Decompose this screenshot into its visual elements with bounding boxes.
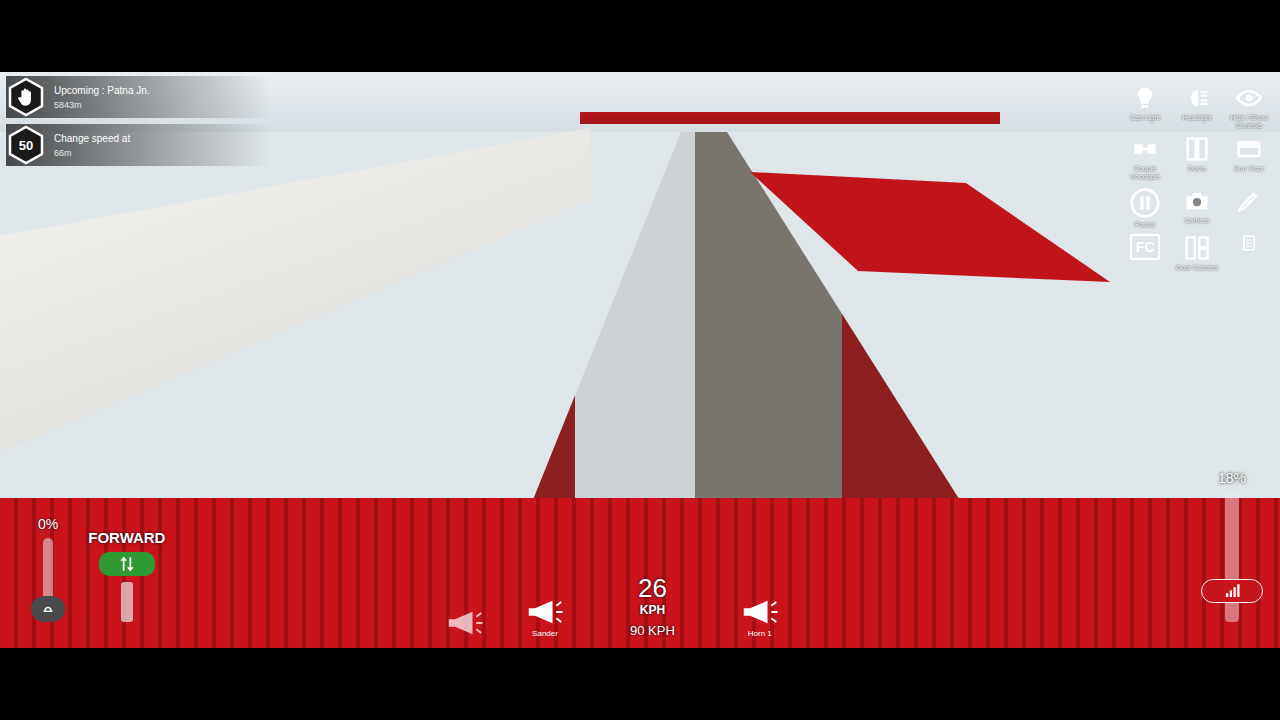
current-speed: 26 [638,574,667,603]
top-letterbox [0,0,1280,72]
control-button[interactable]: Door Camera [1176,234,1218,274]
control-label: Door Camera [1176,264,1218,272]
speed-change-label: Change speed at [54,133,130,144]
control-label: Sun Visor [1234,165,1264,173]
horn-button[interactable]: Sander [520,597,570,638]
control-label: Hide / Show Controls [1224,114,1274,129]
stop-hex [6,77,46,117]
upcoming-distance: 5843m [54,100,150,110]
control-button[interactable]: Doors [1182,135,1212,180]
control-button[interactable]: Cab Light [1130,84,1160,129]
speed-change-text: Change speed at 66m [54,133,130,158]
control-button[interactable]: Pause [1129,187,1161,229]
reverser-track [121,582,133,622]
control-label: Headlight [1182,114,1212,122]
reverser-label: FORWARD [88,529,165,546]
camera-icon [1182,187,1212,215]
headlight-icon [1182,84,1212,112]
hand-icon [15,86,37,108]
control-button[interactable]: Headlight [1182,84,1212,129]
upcoming-label: Upcoming : Patna Jn. [54,85,150,96]
control-button[interactable]: Couple Uncouple [1120,135,1170,180]
brake-knob[interactable] [1201,579,1263,603]
bulb-icon [1130,84,1160,112]
speed-limit: 50 [19,138,33,153]
throttle-reading: 0% [38,516,58,532]
speed-unit: KPH [640,603,665,617]
brake-slider[interactable] [1225,492,1239,622]
screen: Upcoming : Patna Jn. 5843m 50 Change speed … [0,0,1280,720]
control-button[interactable]: FC [1130,234,1161,274]
control-button[interactable] [1240,234,1258,274]
control-label: Camera [1185,217,1210,225]
control-button[interactable] [1234,187,1264,229]
throttle-slider[interactable] [43,538,53,622]
control-label: Couple Uncouple [1120,165,1170,180]
doors-icon [1182,135,1212,163]
horn-icon [525,597,565,627]
foot-bridge [580,112,1000,152]
upcoming-text: Upcoming : Patna Jn. 5843m [54,85,150,110]
control-panel: Cab Light Headlight Hide / Show Controls Co… [1120,84,1274,274]
brake-reading: 18% [1218,470,1246,486]
signal-bars-icon [1222,582,1242,600]
upcoming-notice: Upcoming : Patna Jn. 5843m [6,76,270,118]
up-down-arrows-icon [117,554,137,574]
control-label: Doors [1188,165,1207,173]
speedometer: 26KPH 90 KPH [630,574,675,638]
list-icon [1240,234,1258,252]
reverser: FORWARD [88,529,165,622]
horn-icon [740,597,780,627]
speed-change-notice: 50 Change speed at 66m [6,124,270,166]
route-info: Upcoming : Patna Jn. 5843m 50 Change speed … [6,76,270,166]
control-button[interactable]: Camera [1182,187,1212,229]
speed-change-distance: 66m [54,148,130,158]
fc-glyph: FC [1130,234,1161,260]
throttle-knob[interactable] [31,596,65,622]
left-buttons: Sander [440,597,570,638]
right-buttons: Horn 1 [735,597,785,638]
handle-icon [39,600,57,618]
horn-button[interactable]: Horn 1 [735,597,785,638]
brake: 18% [1218,470,1246,622]
visor-icon [1234,135,1264,163]
coupler-icon [1130,135,1160,163]
horn-icon [445,608,485,638]
control-button[interactable]: Hide / Show Controls [1224,84,1274,129]
reverser-switch[interactable] [99,552,155,576]
bottom-letterbox [0,648,1280,720]
bottom-controls: Sander 26KPH 90 KPH Horn 1 [440,574,785,638]
game-viewport: Upcoming : Patna Jn. 5843m 50 Change speed … [0,72,1280,648]
pause-icon [1129,187,1161,219]
door-camera-icon [1182,234,1212,262]
horn-button[interactable] [440,608,490,638]
control-label: Pause [1135,221,1155,229]
button-label: Horn 1 [748,629,772,638]
control-label: Cab Light [1130,114,1160,122]
driver-left-controls: 0% FORWARD [38,516,165,622]
eye-icon [1234,84,1264,112]
speed-limit-hex: 50 [6,125,46,165]
max-speed: 90 KPH [630,623,675,638]
throttle: 0% [38,516,58,622]
button-label: Sander [532,629,558,638]
control-button[interactable]: Sun Visor [1234,135,1264,180]
pen-icon [1234,187,1264,215]
